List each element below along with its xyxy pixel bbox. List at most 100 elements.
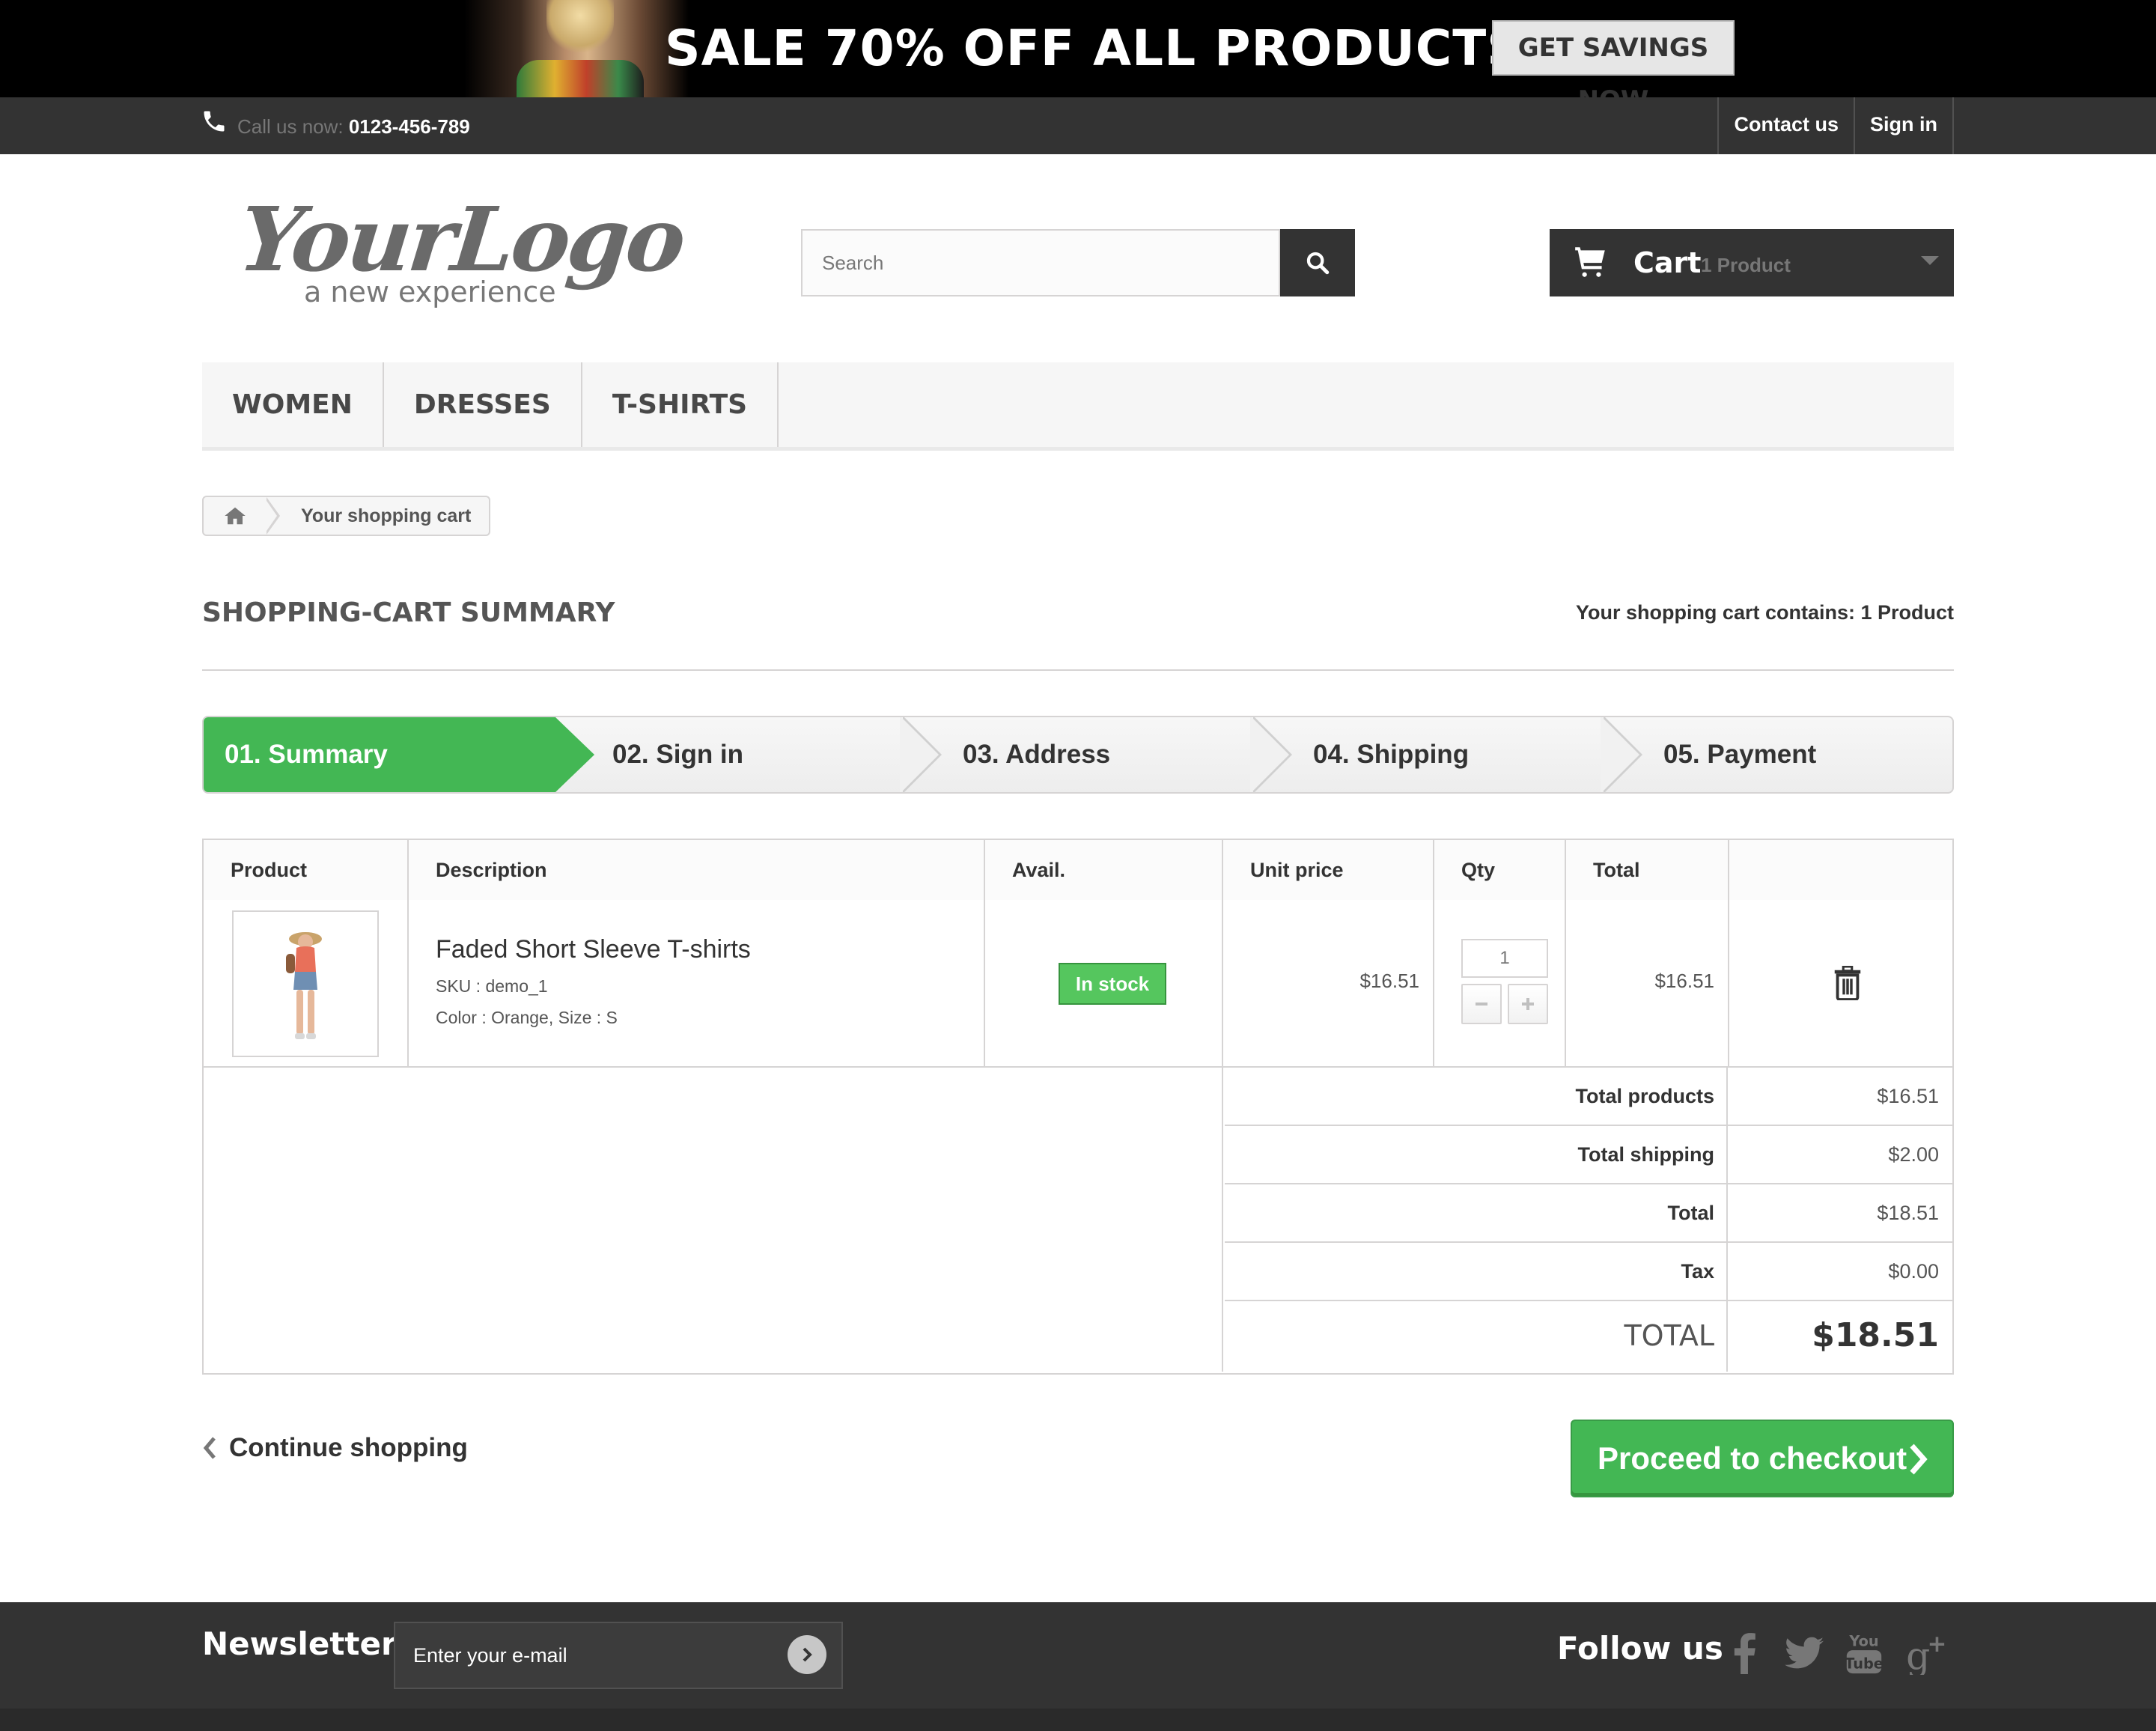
menu-item-women[interactable]: WOMEN	[202, 362, 384, 447]
search-icon	[1306, 252, 1330, 275]
chevron-down-icon	[1921, 256, 1939, 265]
banner-model-photo	[464, 0, 689, 97]
plus-icon	[1522, 998, 1534, 1010]
arrow-right-icon	[803, 1647, 812, 1662]
cart-table: Product Description Avail. Unit price Qt…	[202, 839, 1954, 1375]
checkout-steps: 01. Summary 02. Sign in 03. Address 04. …	[202, 716, 1954, 794]
product-cell	[204, 900, 409, 1066]
cart-totals: Total products $16.51 Total shipping $2.…	[204, 1068, 1952, 1373]
tax-value: $0.00	[1888, 1260, 1939, 1283]
cart-label: Cart	[1633, 246, 1702, 279]
quantity-input[interactable]	[1461, 939, 1548, 978]
line-total: $16.51	[1654, 970, 1714, 992]
follow-us-title: Follow us	[1557, 1630, 1723, 1667]
twitter-icon[interactable]	[1782, 1631, 1827, 1676]
product-thumbnail[interactable]	[232, 910, 379, 1057]
total-products-row: Total products $16.51	[1225, 1068, 1952, 1126]
breadcrumb-current: Your shopping cart	[301, 505, 472, 526]
chevron-right-icon	[1910, 1443, 1928, 1475]
get-savings-button[interactable]: GET SAVINGS NOW	[1492, 20, 1735, 97]
call-us-text: Call us now: 0123-456-789	[237, 114, 470, 139]
total-cell: $16.51	[1566, 900, 1729, 1066]
contact-us-link[interactable]: Contact us	[1719, 97, 1855, 154]
newsletter-submit-button[interactable]	[788, 1635, 826, 1674]
proceed-to-checkout-button[interactable]: Proceed to checkout	[1571, 1420, 1954, 1497]
cart-quantity: 1 Product	[1701, 254, 1791, 276]
qty-cell	[1434, 900, 1566, 1066]
search-field	[801, 229, 1280, 296]
trash-icon[interactable]	[1833, 966, 1863, 1000]
step-sign-in[interactable]: 02. Sign in	[612, 717, 743, 792]
step-shipping[interactable]: 04. Shipping	[1313, 717, 1469, 792]
checkout-label: Proceed to checkout	[1598, 1441, 1907, 1476]
breadcrumb-home[interactable]	[204, 497, 267, 535]
newsletter-field	[394, 1622, 843, 1689]
product-name-link[interactable]: Faded Short Sleeve T-shirts	[436, 933, 751, 966]
continue-shopping-label: Continue shopping	[229, 1433, 468, 1462]
svg-text:Tube: Tube	[1845, 1655, 1884, 1672]
chevron-left-icon	[203, 1437, 216, 1459]
total-products-value: $16.51	[1877, 1085, 1939, 1107]
quantity-increase-button[interactable]	[1508, 984, 1548, 1024]
cart-dropdown[interactable]: Cart 1 Product	[1550, 229, 1954, 296]
step-separator	[1250, 717, 1294, 792]
grand-total-value: $18.51	[1812, 1316, 1939, 1354]
home-icon	[225, 507, 246, 525]
site-logo[interactable]: YourLogo a new experience	[234, 187, 688, 314]
description-cell: Faded Short Sleeve T-shirts SKU : demo_1…	[409, 900, 985, 1066]
grand-total-label: TOTAL	[1225, 1301, 1728, 1372]
availability-cell: In stock	[985, 900, 1223, 1066]
column-header-actions	[1729, 840, 1952, 900]
svg-text:You: You	[1848, 1632, 1878, 1649]
facebook-icon[interactable]	[1722, 1631, 1767, 1676]
column-header-unit-price: Unit price	[1223, 840, 1434, 900]
phone-icon	[204, 111, 225, 132]
top-nav-bar: Call us now: 0123-456-789 Contact us Sig…	[0, 97, 2156, 154]
grand-total-row: TOTAL $18.51	[1225, 1301, 1952, 1372]
total-shipping-label: Total shipping	[1225, 1126, 1728, 1183]
column-header-total: Total	[1566, 840, 1729, 900]
account-links: Contact us Sign in	[1717, 97, 1954, 154]
google-plus-icon[interactable]: g +	[1901, 1631, 1946, 1676]
breadcrumb: Your shopping cart	[202, 496, 491, 536]
column-header-product: Product	[204, 840, 409, 900]
step-separator	[1601, 717, 1644, 792]
total-products-label: Total products	[1225, 1068, 1728, 1125]
step-payment[interactable]: 05. Payment	[1663, 717, 1816, 792]
step-address[interactable]: 03. Address	[963, 717, 1110, 792]
minus-icon	[1476, 1003, 1487, 1006]
actions-cell	[1729, 900, 1952, 1066]
newsletter-email-input[interactable]	[395, 1623, 841, 1688]
step-separator	[900, 717, 943, 792]
sign-in-link[interactable]: Sign in	[1855, 97, 1954, 154]
youtube-icon[interactable]: You Tube	[1842, 1631, 1886, 1676]
total-shipping-row: Total shipping $2.00	[1225, 1126, 1952, 1184]
column-header-availability: Avail.	[985, 840, 1223, 900]
menu-item-tshirts[interactable]: T-SHIRTS	[582, 362, 779, 447]
promo-banner[interactable]: SALE 70% OFF ALL PRODUCTS GET SAVINGS NO…	[0, 0, 2156, 97]
unit-price: $16.51	[1359, 970, 1419, 992]
table-row: Faded Short Sleeve T-shirts SKU : demo_1…	[204, 900, 1952, 1068]
cart-icon	[1575, 247, 1605, 277]
divider	[202, 669, 1954, 671]
continue-shopping-link[interactable]: Continue shopping	[202, 1433, 468, 1463]
tax-row: Tax $0.00	[1225, 1243, 1952, 1301]
total-label: Total	[1225, 1184, 1728, 1241]
quantity-decrease-button[interactable]	[1461, 984, 1502, 1024]
footer-bottom-bar	[0, 1709, 2156, 1731]
logo-tagline: a new experience	[304, 276, 556, 308]
menu-item-dresses[interactable]: DRESSES	[384, 362, 582, 447]
newsletter-title: Newsletter	[202, 1625, 397, 1662]
search-input[interactable]	[803, 231, 1279, 295]
unit-price-cell: $16.51	[1223, 900, 1434, 1066]
table-header: Product Description Avail. Unit price Qt…	[204, 840, 1952, 900]
category-menu: WOMEN DRESSES T-SHIRTS	[202, 362, 1954, 451]
page-title: SHOPPING-CART SUMMARY	[202, 597, 615, 628]
search-button[interactable]	[1280, 229, 1355, 296]
totals-spacer	[204, 1068, 1223, 1372]
product-image	[286, 932, 322, 1039]
column-header-qty: Qty	[1434, 840, 1566, 900]
phone-number: 0123-456-789	[348, 115, 470, 138]
tax-label: Tax	[1225, 1243, 1728, 1300]
product-attributes[interactable]: Color : Orange, Size : S	[436, 1006, 618, 1029]
